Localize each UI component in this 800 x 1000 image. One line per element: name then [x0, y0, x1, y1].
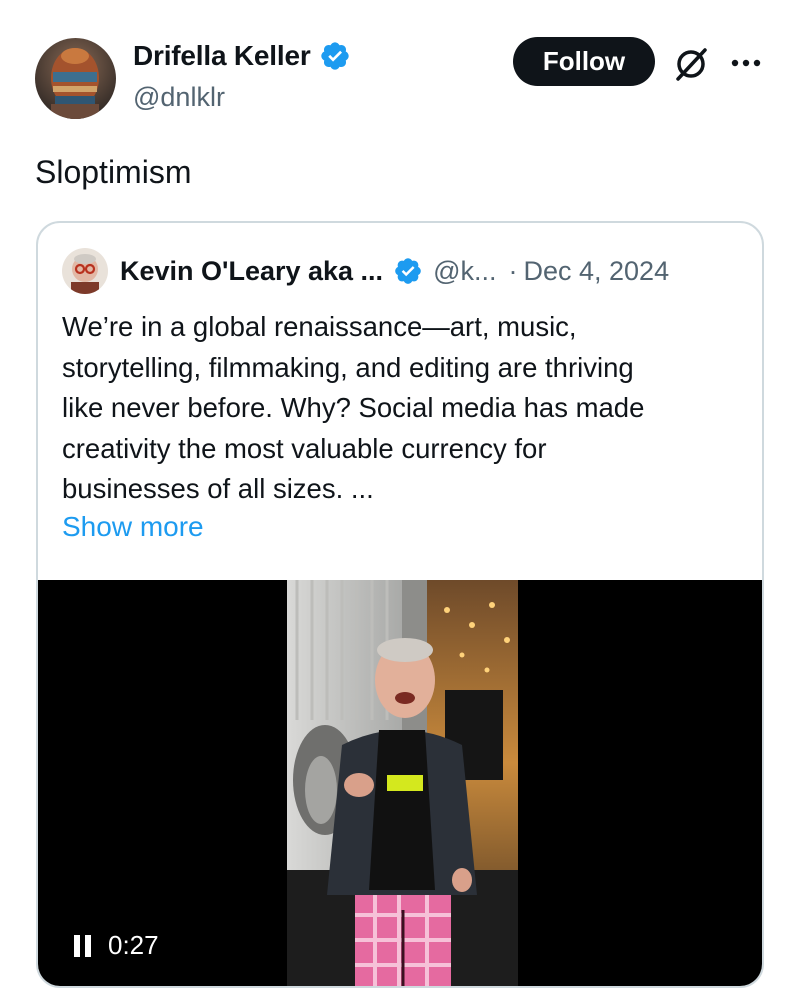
- video-frame-image: [287, 580, 518, 986]
- quoted-post-card[interactable]: Kevin O'Leary aka ... @k... · Dec 4, 202…: [36, 221, 764, 988]
- show-more-link[interactable]: Show more: [62, 511, 204, 543]
- more-icon: [731, 59, 761, 67]
- quote-date[interactable]: Dec 4, 2024: [523, 256, 669, 287]
- grok-button[interactable]: [671, 44, 711, 84]
- quote-author-avatar[interactable]: [62, 248, 108, 294]
- more-options-button[interactable]: [728, 48, 764, 78]
- video-time: 0:27: [108, 930, 159, 960]
- author-name[interactable]: Drifella Keller: [133, 40, 311, 72]
- quote-text-line: storytelling, filmmaking, and editing ar…: [62, 351, 634, 383]
- quote-separator-dot: ·: [508, 255, 518, 286]
- video-player[interactable]: 0:27: [38, 580, 762, 986]
- quote-text-line: creativity the most valuable currency fo…: [62, 432, 547, 464]
- video-controls: 0:27: [74, 930, 159, 961]
- quote-verified-badge-icon: [395, 258, 421, 284]
- author-avatar-image: [35, 38, 116, 119]
- verified-badge-icon: [320, 42, 349, 70]
- grok-icon: [676, 48, 707, 81]
- video-frame: [287, 580, 518, 986]
- quote-author-name[interactable]: Kevin O'Leary aka ...: [120, 256, 383, 287]
- pause-icon[interactable]: [74, 934, 94, 957]
- quote-text-line: businesses of all sizes. ...: [62, 473, 374, 504]
- author-name-row: Drifella Keller: [133, 40, 351, 72]
- quote-text: We’re in a global renaissance—art, music…: [62, 307, 742, 510]
- quote-text-line: We’re in a global renaissance—art, music…: [62, 311, 577, 342]
- quote-header: Kevin O'Leary aka ... @k... · Dec 4, 202…: [62, 248, 669, 294]
- quote-author-avatar-image: [62, 248, 108, 294]
- post-text: Sloptimism: [35, 154, 192, 190]
- post-page: Drifella Keller @dnlklr Follow Sloptimis…: [0, 0, 800, 1000]
- quote-author-handle[interactable]: @k...: [433, 256, 496, 287]
- author-handle[interactable]: @dnlklr: [133, 82, 225, 113]
- follow-button[interactable]: Follow: [513, 37, 655, 86]
- author-avatar[interactable]: [35, 38, 116, 119]
- quote-text-line: like never before. Why? Social media has…: [62, 392, 645, 423]
